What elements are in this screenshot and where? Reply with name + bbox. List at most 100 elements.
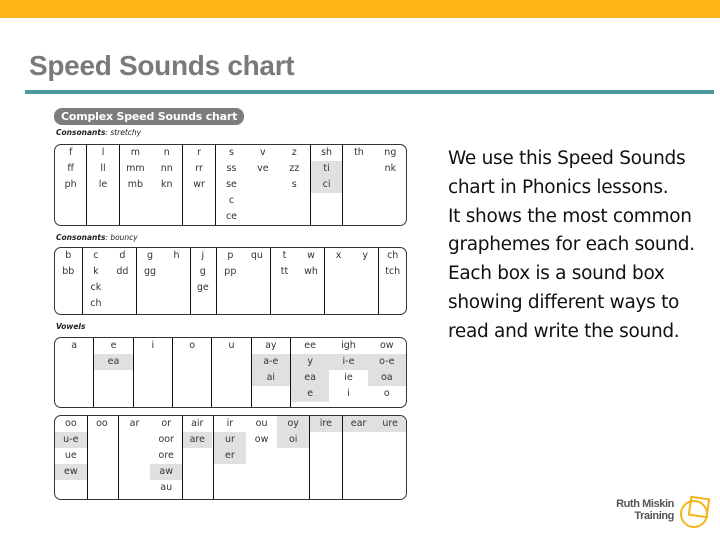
grapheme-cell: ay <box>265 340 277 351</box>
grapheme-cell: ow <box>379 340 394 351</box>
sound-column: s ss se c ce <box>216 145 247 225</box>
grapheme-cell: c <box>93 250 99 261</box>
grapheme-cell: ow <box>254 434 269 445</box>
grapheme-cell: ph <box>64 179 77 190</box>
grapheme-cell: s <box>229 147 234 158</box>
grapheme-cell: ew <box>55 464 87 480</box>
sound-box-vowels-2: oo u-e ue ew oo ar or oor ore aw au air are ir ur er ou o… <box>54 415 407 500</box>
grapheme-cell: ch <box>90 298 102 309</box>
grapheme-cell: g <box>146 250 153 261</box>
sound-column: t tt <box>271 248 298 314</box>
grapheme-cell: sh <box>321 147 333 158</box>
sound-column: e ea <box>94 338 133 407</box>
sound-column: z zz s <box>279 145 310 225</box>
grapheme-cell: ce <box>225 211 238 222</box>
sound-box-vowels: a e ea i o u ay a-e ai ee y ea e igh i-e ie i ow o-e oa o <box>54 337 407 408</box>
grapheme-cell: ng <box>384 147 397 158</box>
sound-column: ng nk <box>375 145 406 225</box>
grapheme-cell: mb <box>127 179 144 190</box>
sound-column: qu <box>244 248 271 314</box>
grapheme-cell: dd <box>116 266 129 277</box>
grapheme-cell: ea <box>94 354 133 370</box>
grapheme-cell: r <box>197 147 202 158</box>
grapheme-cell: au <box>160 482 173 493</box>
grapheme-cell: z <box>291 147 297 158</box>
sound-column: h <box>163 248 190 314</box>
grapheme-cell: oor <box>158 434 174 445</box>
sound-column: u <box>212 338 250 407</box>
sound-group: b bb <box>55 248 83 314</box>
description-line-1: We use this Speed Sounds chart in Phonic… <box>448 148 686 198</box>
grapheme-cell: ire <box>310 416 342 432</box>
grapheme-cell: aw <box>150 464 183 480</box>
sound-column: ear <box>342 416 375 499</box>
sound-group: e ea <box>94 338 134 407</box>
grapheme-cell: air <box>191 418 204 429</box>
sound-column: ure <box>374 416 406 499</box>
sound-column: a <box>55 338 93 407</box>
sound-box-consonants-bouncy: b bb c k ck ch d dd g gg h j g ge p pp qu t tt w wh x y ch tch <box>54 247 407 315</box>
title-underline <box>25 90 714 94</box>
grapheme-cell: ar <box>129 418 140 429</box>
grapheme-cell: th <box>354 147 364 158</box>
grapheme-cell: nn <box>160 163 173 174</box>
grapheme-cell: d <box>119 250 126 261</box>
sound-group: air are <box>183 416 215 499</box>
grapheme-cell: w <box>307 250 315 261</box>
sound-group: ay a-e ai <box>251 338 291 407</box>
sound-group: sh ti ci <box>310 145 344 225</box>
grapheme-cell: igh <box>341 340 356 351</box>
grapheme-cell: v <box>260 147 266 158</box>
description-line-2: It shows the most common graphemes for e… <box>448 205 695 256</box>
grapheme-cell: k <box>93 266 99 277</box>
grapheme-cell: ue <box>64 450 77 461</box>
sound-group: i <box>134 338 173 407</box>
description-line-3: Each box is a sound box showing differen… <box>448 263 680 342</box>
grapheme-cell: ee <box>304 340 316 351</box>
grapheme-cell: rr <box>195 163 203 174</box>
sound-group: o <box>173 338 213 407</box>
sound-column: r rr wr <box>183 145 214 225</box>
sound-group: l ll le <box>87 145 120 225</box>
sound-group: ear ure <box>342 416 406 499</box>
grapheme-cell: pp <box>224 266 237 277</box>
grapheme-cell: are <box>183 432 212 448</box>
sound-column: v ve <box>247 145 278 225</box>
sound-column: air are <box>183 416 212 499</box>
grapheme-cell: x <box>335 250 342 261</box>
sound-column: i <box>134 338 172 407</box>
sound-group: ire <box>310 416 343 499</box>
grapheme-cell: e <box>290 386 330 402</box>
grapheme-cell: ea <box>290 370 330 386</box>
grapheme-cell: qu <box>250 250 263 261</box>
grapheme-cell: j <box>201 250 205 261</box>
sound-column: igh i-e ie i <box>329 338 368 407</box>
sound-group: ir ur er ou ow oy oi <box>214 416 311 499</box>
grapheme-cell: ge <box>196 282 209 293</box>
section-label-stretchy: Consonants: stretchy <box>56 128 142 137</box>
grapheme-cell: le <box>98 179 108 190</box>
sound-column: m mm mb <box>120 145 151 225</box>
top-accent-bar <box>0 0 720 18</box>
sound-box-consonants-stretchy: f ff ph l ll le m mm mb n nn kn r rr wr s ss se c ce v ve z zz s… <box>54 144 407 226</box>
sound-column: y <box>352 248 379 314</box>
grapheme-cell: ir <box>226 418 234 429</box>
sound-group: u <box>212 338 252 407</box>
sound-column: ee y ea e <box>290 338 330 407</box>
sound-column: oy oi <box>277 416 310 499</box>
grapheme-cell: kn <box>161 179 173 190</box>
sound-column: d dd <box>109 248 136 314</box>
sound-column: oo u-e ue ew <box>55 416 87 499</box>
sound-column: f ff ph <box>55 145 86 225</box>
sound-column: w wh <box>298 248 325 314</box>
sound-group: p pp qu <box>217 248 272 314</box>
sound-column: ar <box>119 416 151 499</box>
sound-group: g gg h <box>137 248 191 314</box>
grapheme-cell: i <box>347 388 350 399</box>
sound-group: xy <box>325 248 380 314</box>
sound-column: or oor ore aw au <box>150 416 183 499</box>
grapheme-cell: h <box>173 250 180 261</box>
sound-column: j g ge <box>191 248 215 314</box>
grapheme-cell: ff <box>67 163 74 174</box>
grapheme-cell: t <box>282 250 287 261</box>
